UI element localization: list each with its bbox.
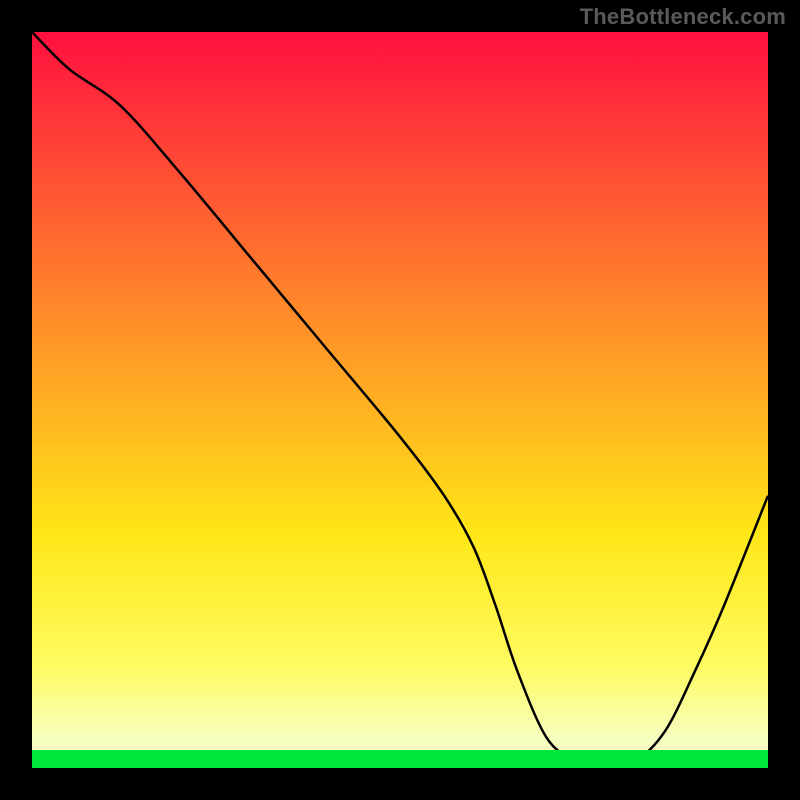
- watermark-label: TheBottleneck.com: [580, 4, 786, 30]
- chart-frame: TheBottleneck.com: [0, 0, 800, 800]
- chart-svg: [32, 32, 768, 768]
- chart-plot-area: [32, 32, 768, 768]
- green-baseline-band: [32, 750, 768, 768]
- gradient-background: [32, 32, 768, 768]
